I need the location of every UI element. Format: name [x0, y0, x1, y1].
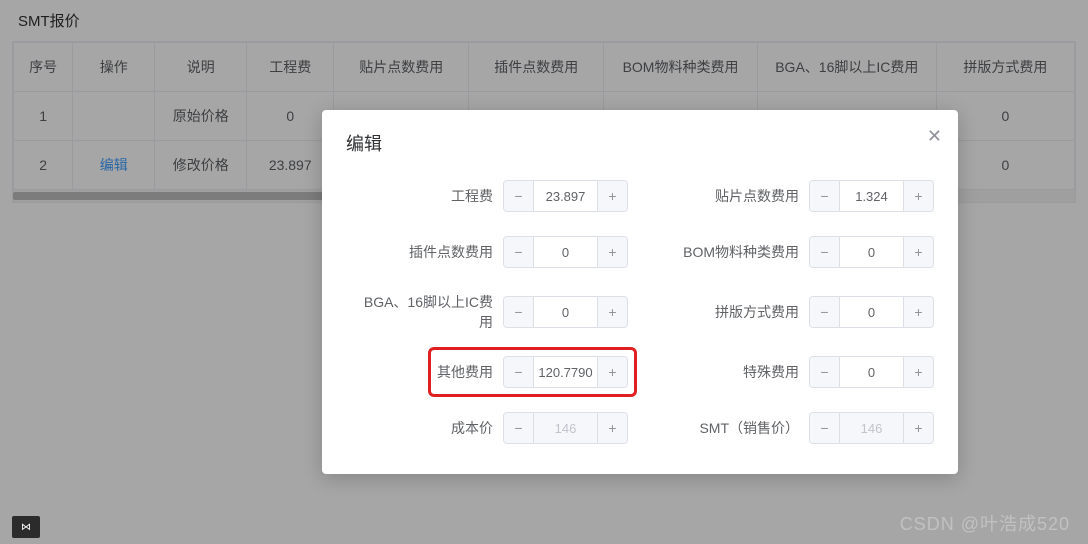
label-cost: 成本价	[363, 418, 493, 438]
dialog-title: 编辑	[346, 130, 934, 156]
label-special: 特殊费用	[669, 362, 799, 382]
number-input[interactable]	[534, 357, 597, 387]
label-other: 其他费用	[437, 362, 493, 382]
edit-dialog: 编辑 ✕ 工程费 − + 贴片点数费用 − + 插件点数费用 − +	[322, 110, 958, 474]
input-chajian[interactable]: − +	[503, 236, 628, 268]
decrease-button[interactable]: −	[810, 181, 840, 211]
number-input[interactable]	[534, 181, 597, 211]
input-special[interactable]: − +	[809, 356, 934, 388]
label-bga: BGA、16脚以上IC费用	[363, 292, 493, 332]
field-eng: 工程费 − +	[346, 180, 628, 212]
increase-button: +	[597, 413, 627, 443]
increase-button[interactable]: +	[597, 357, 627, 387]
field-bom: BOM物料种类费用 − +	[652, 236, 934, 268]
field-special: 特殊费用 − +	[652, 356, 934, 388]
increase-button[interactable]: +	[903, 357, 933, 387]
number-input[interactable]	[840, 297, 903, 327]
field-chajian: 插件点数费用 − +	[346, 236, 628, 268]
label-pinban: 拼版方式费用	[669, 302, 799, 322]
field-tiepian: 贴片点数费用 − +	[652, 180, 934, 212]
input-smt: − +	[809, 412, 934, 444]
label-smt: SMT（销售价）	[669, 418, 799, 438]
increase-button[interactable]: +	[903, 237, 933, 267]
increase-button[interactable]: +	[903, 297, 933, 327]
field-pinban: 拼版方式费用 − +	[652, 292, 934, 332]
field-bga: BGA、16脚以上IC费用 − +	[346, 292, 628, 332]
increase-button[interactable]: +	[597, 181, 627, 211]
label-bom: BOM物料种类费用	[669, 242, 799, 262]
number-input[interactable]	[840, 237, 903, 267]
input-pinban[interactable]: − +	[809, 296, 934, 328]
increase-button[interactable]: +	[903, 181, 933, 211]
label-eng: 工程费	[363, 186, 493, 206]
number-input[interactable]	[840, 357, 903, 387]
number-input[interactable]	[840, 181, 903, 211]
label-tiepian: 贴片点数费用	[669, 186, 799, 206]
decrease-button: −	[810, 413, 840, 443]
increase-button: +	[903, 413, 933, 443]
vs-icon: ⋈	[12, 516, 40, 538]
decrease-button[interactable]: −	[504, 237, 534, 267]
field-smt: SMT（销售价） − +	[652, 412, 934, 444]
input-bom[interactable]: − +	[809, 236, 934, 268]
number-input[interactable]	[534, 237, 597, 267]
increase-button[interactable]: +	[597, 237, 627, 267]
watermark: CSDN @叶浩成520	[900, 510, 1070, 536]
decrease-button: −	[504, 413, 534, 443]
decrease-button[interactable]: −	[810, 357, 840, 387]
input-bga[interactable]: − +	[503, 296, 628, 328]
field-cost: 成本价 − +	[346, 412, 628, 444]
input-tiepian[interactable]: − +	[809, 180, 934, 212]
decrease-button[interactable]: −	[504, 297, 534, 327]
decrease-button[interactable]: −	[504, 357, 534, 387]
input-eng[interactable]: − +	[503, 180, 628, 212]
decrease-button[interactable]: −	[810, 237, 840, 267]
field-other: 其他费用 − +	[346, 356, 628, 388]
input-cost: − +	[503, 412, 628, 444]
number-input[interactable]	[534, 297, 597, 327]
close-icon[interactable]: ✕	[927, 126, 942, 147]
number-input	[840, 413, 903, 443]
input-other[interactable]: − +	[503, 356, 628, 388]
increase-button[interactable]: +	[597, 297, 627, 327]
decrease-button[interactable]: −	[504, 181, 534, 211]
number-input	[534, 413, 597, 443]
decrease-button[interactable]: −	[810, 297, 840, 327]
label-chajian: 插件点数费用	[363, 242, 493, 262]
